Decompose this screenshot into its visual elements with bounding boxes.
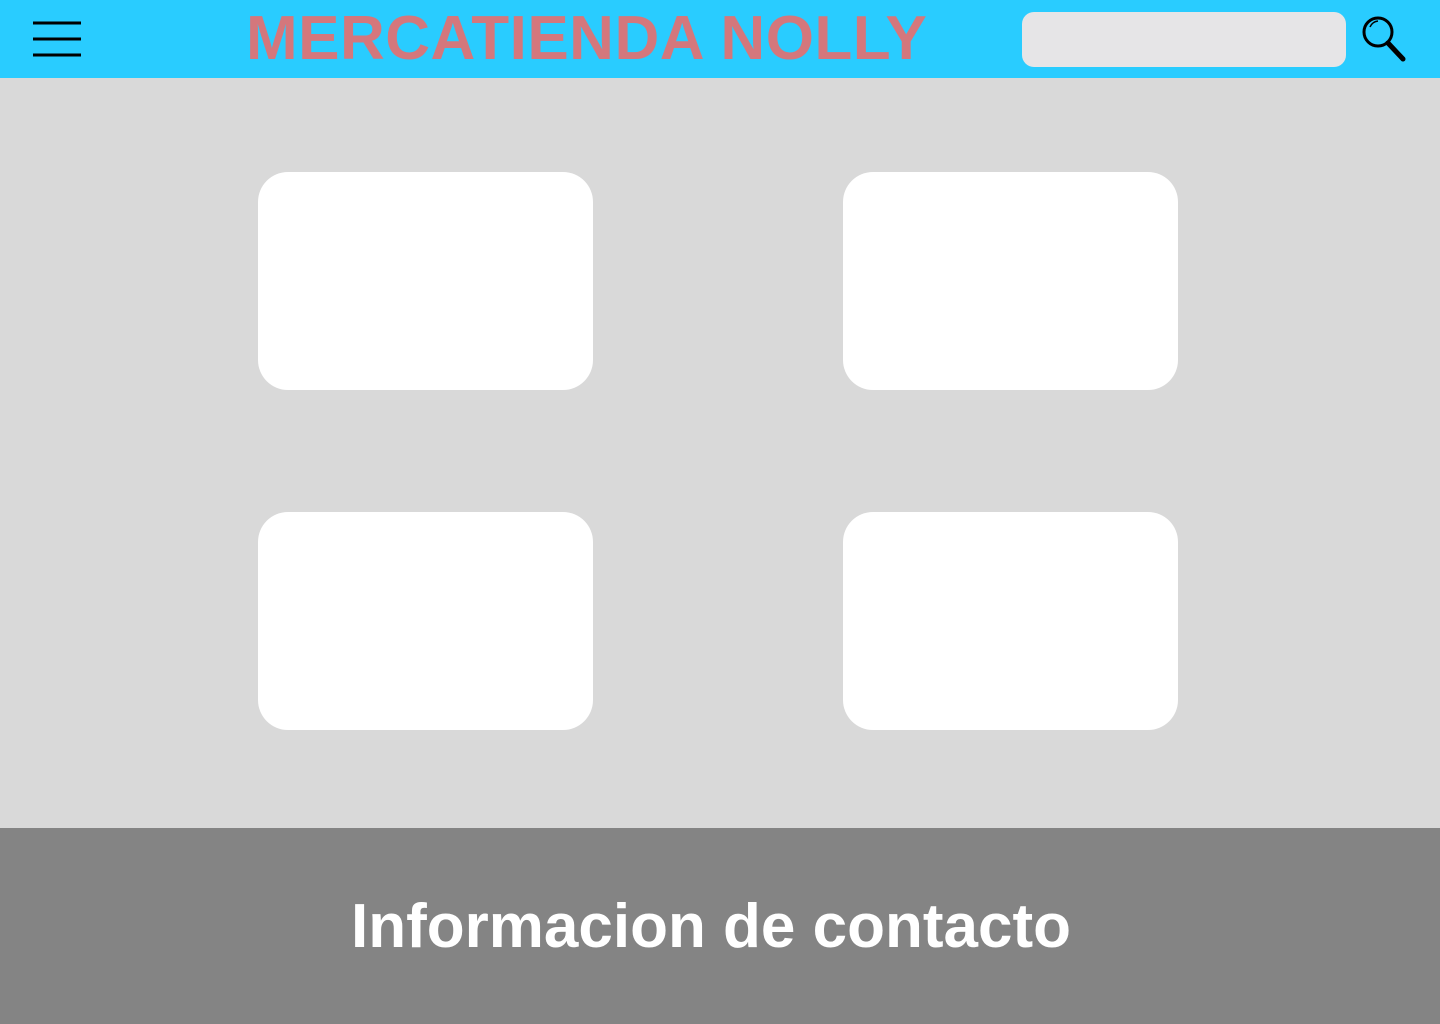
menu-button[interactable] [28, 16, 86, 62]
search-input[interactable] [1022, 12, 1346, 67]
store-title: MERCATIENDA NOLLY [246, 4, 928, 73]
hamburger-menu-icon [33, 21, 81, 57]
search-button[interactable] [1358, 12, 1410, 66]
magnifying-glass-icon [1362, 16, 1406, 62]
product-card[interactable] [843, 512, 1178, 730]
page: MERCATIENDA NOLLY Informacion de contact… [0, 0, 1440, 1024]
product-card[interactable] [258, 512, 593, 730]
product-card[interactable] [258, 172, 593, 390]
product-grid [0, 78, 1440, 828]
footer: Informacion de contacto [0, 828, 1440, 1024]
contact-info-text[interactable]: Informacion de contacto [0, 888, 1422, 966]
top-header: MERCATIENDA NOLLY [0, 0, 1440, 78]
product-card[interactable] [843, 172, 1178, 390]
